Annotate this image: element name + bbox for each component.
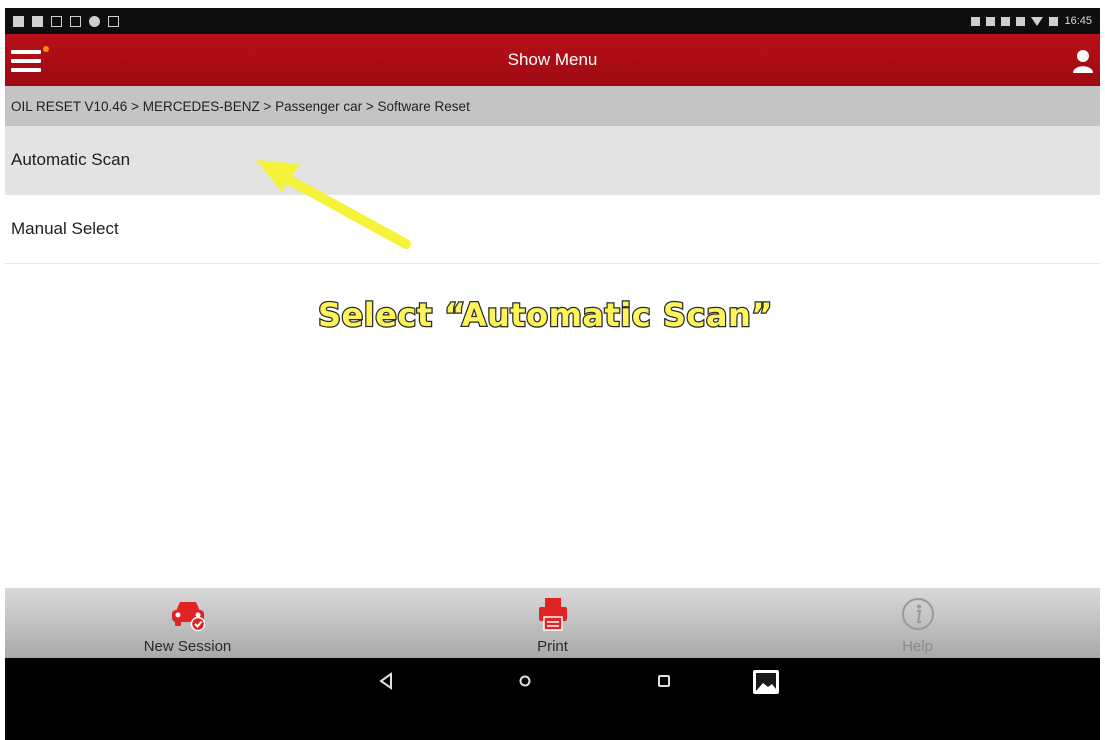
globe-icon [89,15,100,27]
home-circle-icon[interactable] [512,668,538,694]
status-bar: 16:45 [5,8,1100,34]
list-item-label: Automatic Scan [11,150,131,169]
bottom-toolbar: New Session Print Help [5,588,1100,658]
system-icons: 16:45 [971,15,1100,27]
image-icon[interactable] [751,668,781,696]
list-item-label: Manual Select [11,219,119,238]
print-label: Print [537,638,568,655]
navigation-bar [5,658,1100,740]
notification-icon [51,15,62,27]
list-item-automatic-scan[interactable]: Automatic Scan [5,126,1100,195]
left-frame [0,0,5,740]
notification-icons [5,15,119,27]
wifi-icon [1031,16,1044,26]
help-button[interactable]: Help [735,588,1100,658]
notification-icon [32,15,43,27]
app-bar: Show Menu [5,34,1100,86]
hamburger-icon[interactable] [11,44,51,78]
car-check-icon [171,602,205,632]
recents-square-icon[interactable] [651,668,677,694]
new-session-button[interactable]: New Session [5,588,370,658]
notification-dot [43,46,49,52]
location-icon [986,16,996,26]
notification-icon [70,15,81,27]
breadcrumb: OIL RESET V10.46 > MERCEDES-BENZ > Passe… [5,86,1100,126]
user-icon[interactable] [1072,49,1094,73]
right-frame [1100,0,1105,740]
print-button[interactable]: Print [370,588,735,658]
sync-icon [1016,16,1026,26]
info-icon [901,598,934,630]
help-label: Help [902,638,933,655]
annotation-caption: Select “Automatic Scan” [317,295,774,336]
battery-icon [1049,16,1059,26]
image-notification-icon [108,15,119,27]
new-session-label: New Session [143,638,232,655]
bluetooth-icon [1001,16,1011,26]
vibrate-icon [971,16,981,26]
page-title: Show Menu [507,50,598,69]
annotation-arrow [256,160,411,249]
menu-list: Automatic Scan Manual Select [5,126,1100,264]
list-item-manual-select[interactable]: Manual Select [5,195,1100,264]
notification-icon [13,15,24,27]
top-frame [0,0,1105,8]
status-time: 16:45 [1064,15,1092,27]
printer-icon [538,598,567,631]
back-triangle-icon[interactable] [373,668,399,694]
